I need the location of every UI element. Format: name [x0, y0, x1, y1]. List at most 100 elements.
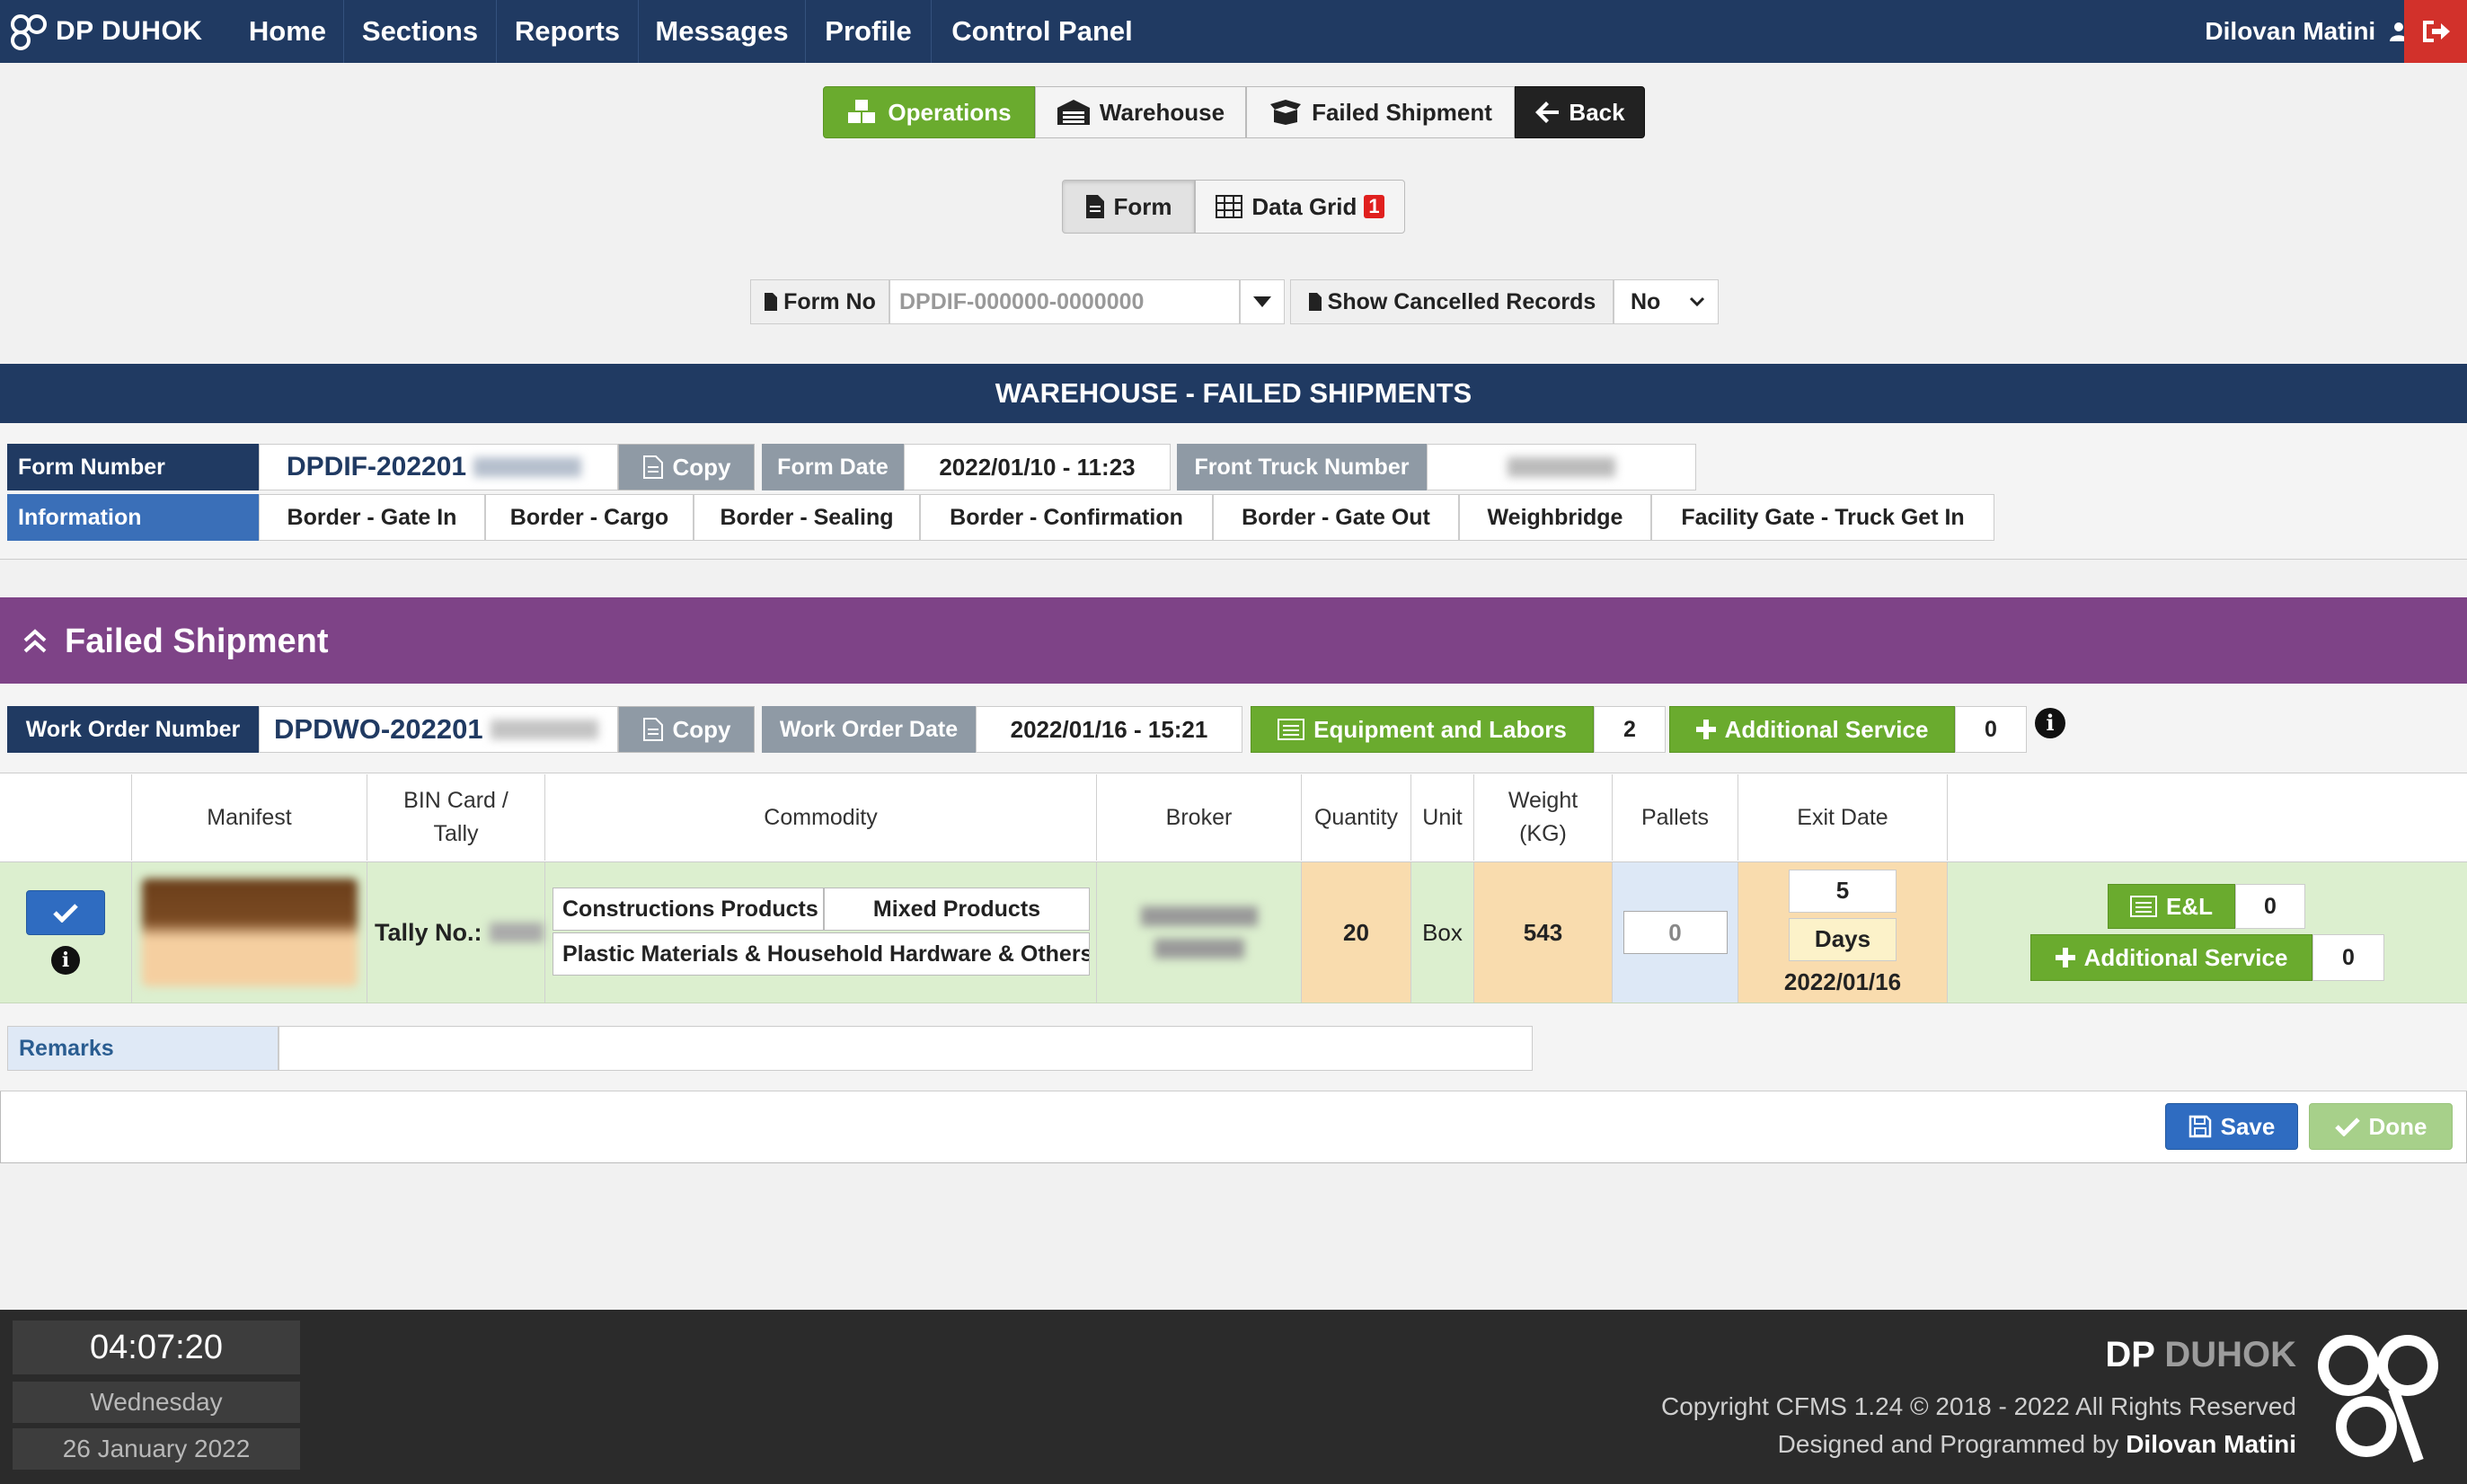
- table-icon: [1216, 195, 1243, 218]
- additional-service-label: Additional Service: [1724, 715, 1929, 743]
- failed-shipment-header[interactable]: Failed Shipment: [0, 597, 2467, 684]
- nav-control-panel[interactable]: Control Panel: [932, 0, 1153, 63]
- form-number-text: DPDIF-202201: [287, 452, 467, 481]
- exit-date-cell: 5 Days 2022/01/16: [1738, 862, 1948, 1003]
- header-weight-line2: (KG): [1519, 821, 1567, 846]
- done-label: Done: [2368, 1112, 2427, 1140]
- info-tab-weighbridge[interactable]: Weighbridge: [1459, 494, 1651, 541]
- clock-date: 26 January 2022: [13, 1428, 300, 1470]
- warehouse-icon: [1057, 100, 1090, 125]
- show-cancelled-select[interactable]: No: [1614, 279, 1719, 324]
- save-button[interactable]: Save: [2165, 1103, 2298, 1150]
- copy-work-order-button[interactable]: Copy: [618, 706, 755, 753]
- days-label: Days: [1789, 917, 1897, 961]
- row-select-button[interactable]: [26, 890, 105, 935]
- chevrons-up-icon: [23, 629, 47, 653]
- tally-label: Tally No.:: [375, 918, 482, 946]
- work-order-number-label: Work Order Number: [7, 706, 259, 753]
- brand-logo[interactable]: DP DUHOK: [9, 0, 202, 63]
- info-tab-border-confirmation[interactable]: Border - Confirmation: [920, 494, 1213, 541]
- days-input[interactable]: 5: [1789, 869, 1897, 913]
- info-tab-facility-gate[interactable]: Facility Gate - Truck Get In: [1651, 494, 1994, 541]
- check-icon: [53, 904, 78, 923]
- broker-cell: [1097, 862, 1302, 1003]
- back-button[interactable]: Back: [1515, 86, 1645, 138]
- section-title: WAREHOUSE - FAILED SHIPMENTS: [0, 364, 2467, 423]
- redacted-text: [473, 457, 582, 477]
- info-tab-border-gate-in[interactable]: Border - Gate In: [259, 494, 485, 541]
- top-navbar: DP DUHOK Home Sections Reports Messages …: [0, 0, 2467, 63]
- user-menu[interactable]: Dilovan Matini: [2205, 0, 2408, 63]
- copy-label: Copy: [672, 453, 731, 481]
- pallets-cell: 0: [1613, 862, 1738, 1003]
- front-truck-label: Front Truck Number: [1177, 444, 1427, 490]
- info-icon[interactable]: i: [2035, 708, 2065, 738]
- info-tab-border-cargo[interactable]: Border - Cargo: [485, 494, 694, 541]
- form-no-placeholder: DPDIF-000000-0000000: [899, 288, 1145, 314]
- redacted-text: [1508, 457, 1615, 477]
- pallets-input[interactable]: 0: [1623, 911, 1728, 954]
- header-pallets: Pallets: [1613, 774, 1738, 861]
- nav-sections[interactable]: Sections: [344, 0, 497, 63]
- additional-service-button[interactable]: Additional Service: [1669, 706, 1955, 753]
- work-order-number-value: DPDWO-202201: [259, 706, 618, 753]
- caret-down-icon: [1253, 296, 1271, 307]
- row-additional-service-button[interactable]: Additional Service: [2030, 934, 2312, 981]
- redacted-text: [489, 923, 544, 942]
- pallets-value: 0: [1668, 918, 1682, 946]
- row-info-icon[interactable]: i: [51, 946, 80, 975]
- info-tab-border-gate-out[interactable]: Border - Gate Out: [1213, 494, 1459, 541]
- logout-button[interactable]: [2404, 0, 2467, 63]
- nav-home[interactable]: Home: [232, 0, 344, 63]
- footer: 04:07:20 Wednesday 26 January 2022 DP DU…: [0, 1310, 2467, 1484]
- quantity-cell: 20: [1302, 862, 1411, 1003]
- copy-icon: [642, 455, 663, 479]
- commodity-type: Mixed Products: [824, 888, 1090, 931]
- file-icon: [765, 293, 778, 311]
- nav-reports[interactable]: Reports: [497, 0, 639, 63]
- copy-form-number-button[interactable]: Copy: [618, 444, 755, 490]
- header-broker: Broker: [1097, 774, 1302, 861]
- user-name: Dilovan Matini: [2205, 17, 2376, 45]
- tab-data-grid[interactable]: Data Grid 1: [1195, 180, 1405, 234]
- remarks-input[interactable]: [279, 1026, 1533, 1071]
- el-button[interactable]: E&L: [2108, 884, 2235, 929]
- failed-shipment-button[interactable]: Failed Shipment: [1246, 86, 1515, 138]
- check-icon: [2334, 1117, 2360, 1136]
- clock-time: 04:07:20: [13, 1321, 300, 1374]
- tab-form[interactable]: Form: [1062, 180, 1195, 234]
- header-exit-date: Exit Date: [1738, 774, 1948, 861]
- failed-shipment-label: Failed Shipment: [1312, 98, 1492, 126]
- header-bin-card: BIN Card / Tally: [367, 774, 545, 861]
- weight-cell: 543: [1474, 862, 1613, 1003]
- nav-profile[interactable]: Profile: [806, 0, 932, 63]
- tab-data-grid-label: Data Grid: [1251, 192, 1357, 220]
- clock-day: Wednesday: [13, 1382, 300, 1423]
- form-no-dropdown-button[interactable]: [1240, 279, 1285, 324]
- copy-label: Copy: [672, 715, 731, 743]
- commodity-description: Plastic Materials & Household Hardware &…: [553, 932, 1090, 976]
- row-additional-service-label: Additional Service: [2083, 943, 2288, 971]
- done-button[interactable]: Done: [2309, 1103, 2453, 1150]
- el-label: E&L: [2166, 892, 2213, 920]
- copy-icon: [642, 718, 663, 741]
- nav-messages[interactable]: Messages: [639, 0, 806, 63]
- footer-copyright: Copyright CFMS 1.24 © 2018 - 2022 All Ri…: [1661, 1392, 2296, 1420]
- footer-brand-duhok: DUHOK: [2164, 1335, 2296, 1374]
- warehouse-label: Warehouse: [1099, 98, 1225, 126]
- equipment-labors-label: Equipment and Labors: [1313, 715, 1567, 743]
- row-additional-service-count: 0: [2312, 934, 2384, 981]
- info-tab-border-sealing[interactable]: Border - Sealing: [694, 494, 920, 541]
- warehouse-button[interactable]: Warehouse: [1035, 86, 1246, 138]
- equipment-labors-button[interactable]: Equipment and Labors: [1251, 706, 1594, 753]
- form-number-value: DPDIF-202201: [259, 444, 618, 490]
- form-no-input[interactable]: DPDIF-000000-0000000: [889, 279, 1240, 324]
- header-commodity: Commodity: [545, 774, 1097, 861]
- header-quantity: Quantity: [1302, 774, 1411, 861]
- operations-button[interactable]: Operations: [823, 86, 1035, 138]
- operations-label: Operations: [888, 98, 1012, 126]
- row-select-cell: i: [0, 862, 132, 1003]
- remarks-label: Remarks: [7, 1026, 279, 1071]
- failed-shipment-title: Failed Shipment: [65, 623, 329, 660]
- redacted-text: [1154, 939, 1244, 958]
